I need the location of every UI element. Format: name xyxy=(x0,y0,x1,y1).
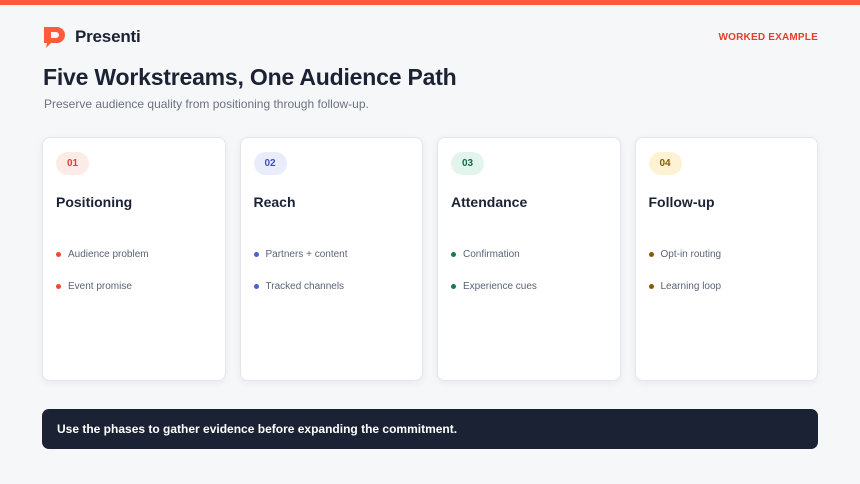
bullet-dot-icon xyxy=(56,252,61,257)
list-item: Audience problem xyxy=(56,248,149,261)
page-subtitle: Preserve audience quality from positioni… xyxy=(44,97,369,111)
takeaway-banner: Use the phases to gather evidence before… xyxy=(42,409,818,449)
workstream-card-follow-up: 04 Follow-up Opt-in routing Learning loo… xyxy=(634,137,818,381)
bullet-text: Event promise xyxy=(68,281,132,292)
step-number-badge: 04 xyxy=(648,152,682,175)
card-bullet-list: Confirmation Experience cues xyxy=(451,248,537,312)
worked-example-tag: WORKED EXAMPLE xyxy=(718,32,818,43)
bullet-dot-icon xyxy=(253,284,259,289)
bullet-text: Learning loop xyxy=(660,281,722,292)
list-item: Tracked channels xyxy=(253,280,348,293)
bullet-dot-icon xyxy=(56,284,61,289)
card-title: Attendance xyxy=(451,194,528,210)
bullet-dot-icon xyxy=(648,284,654,289)
bullet-text: Tracked channels xyxy=(265,281,345,292)
bullet-text: Partners + content xyxy=(265,249,348,260)
brand-name: Presenti xyxy=(75,27,141,46)
takeaway-text: Use the phases to gather evidence before… xyxy=(57,422,458,436)
bullet-dot-icon xyxy=(451,252,456,257)
bullet-dot-icon xyxy=(253,252,259,257)
top-accent-bar xyxy=(0,0,860,5)
step-number-badge: 02 xyxy=(253,152,287,175)
bullet-text: Audience problem xyxy=(68,249,149,260)
step-number-badge: 03 xyxy=(451,152,484,175)
brand: Presenti xyxy=(40,25,141,49)
list-item: Opt-in routing xyxy=(648,248,722,261)
workstream-card-positioning: 01 Positioning Audience problem Event pr… xyxy=(42,137,226,381)
list-item: Experience cues xyxy=(451,280,537,293)
card-bullet-list: Partners + content Tracked channels xyxy=(253,248,348,312)
bullet-dot-icon xyxy=(648,252,654,257)
list-item: Partners + content xyxy=(253,248,348,261)
list-item: Confirmation xyxy=(451,248,537,261)
card-bullet-list: Opt-in routing Learning loop xyxy=(648,248,722,312)
card-title: Reach xyxy=(253,194,296,210)
card-title: Follow-up xyxy=(648,194,715,210)
list-item: Learning loop xyxy=(648,280,722,293)
workstream-cards: 01 Positioning Audience problem Event pr… xyxy=(42,137,818,381)
bullet-text: Experience cues xyxy=(463,281,537,292)
bullet-text: Opt-in routing xyxy=(660,249,722,260)
card-title: Positioning xyxy=(56,194,133,210)
workstream-card-reach: 02 Reach Partners + content Tracked chan… xyxy=(239,137,423,381)
presenti-p-logo-icon xyxy=(44,27,65,48)
bullet-text: Confirmation xyxy=(463,249,520,260)
step-number-badge: 01 xyxy=(56,152,89,175)
list-item: Event promise xyxy=(56,280,149,293)
workstream-card-attendance: 03 Attendance Confirmation Experience cu… xyxy=(437,137,621,381)
bullet-dot-icon xyxy=(451,284,456,289)
card-bullet-list: Audience problem Event promise xyxy=(56,248,149,312)
page-title: Five Workstreams, One Audience Path xyxy=(43,64,457,90)
